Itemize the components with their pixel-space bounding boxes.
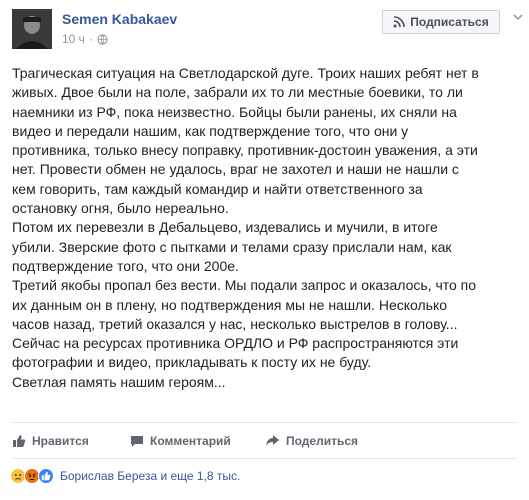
comment-icon	[131, 436, 143, 447]
post-text-line: живых. Двое были на поле, забрали их то …	[12, 84, 463, 101]
globe-icon	[97, 33, 108, 45]
thumbs-up-icon	[13, 435, 26, 447]
angry-face-icon	[28, 473, 36, 480]
post-text-line: видео и передали нашим, как подтверждени…	[12, 122, 409, 139]
chevron-down-icon	[513, 14, 523, 21]
author-name[interactable]: Semen Kabakaev	[62, 11, 177, 27]
post-text-line: подтверждение того, что они 200е.	[12, 257, 239, 274]
comment-label: Комментарий	[150, 434, 231, 448]
post-text-line: Светлая память нашим героям...	[12, 373, 226, 390]
author-avatar[interactable]	[12, 9, 52, 49]
post-text-line: их данным он в плену, но подтверждения м…	[12, 296, 448, 313]
post-time[interactable]: 10 ч	[62, 32, 85, 46]
post-text-line: противника, только внесу поправку, проти…	[12, 142, 478, 159]
post-text-line: фотографии и видео, прикладывать к посту…	[12, 354, 372, 371]
post-text-line: кем говорить, там каждый командир и найт…	[12, 180, 423, 197]
reactions-summary: Борислав Береза и еще 1,8 тыс.	[10, 468, 240, 484]
thumbs-up-small-icon	[41, 471, 51, 481]
post-text: Трагическая ситуация на Светлодарской ду…	[12, 64, 522, 392]
post-options-chevron-icon[interactable]	[513, 12, 523, 24]
action-bar: Нравится Комментарий Поделиться	[12, 430, 517, 452]
post-text-line: Третий якобы пропал без вести. Мы подали…	[12, 277, 477, 294]
like-button[interactable]: Нравится	[12, 434, 89, 448]
post-meta: 10 ч ·	[62, 32, 108, 46]
post-text-line: Трагическая ситуация на Светлодарской ду…	[12, 65, 479, 81]
post-text-line: часов назад, третий оказался у нас, неск…	[12, 315, 458, 332]
follow-label: Подписаться	[410, 15, 489, 29]
reactions-summary-text[interactable]: Борислав Береза и еще 1,8 тыс.	[60, 469, 240, 483]
post-text-line: наемники из РФ, пока неизвестно. Бойцы б…	[12, 103, 457, 120]
post-text-line: Потом их перевезли в Дебальцево, издевал…	[12, 219, 438, 236]
like-reaction-icon[interactable]	[38, 468, 54, 484]
post-text-line: убили. Зверские фото с пытками и телами …	[12, 238, 452, 255]
share-label: Поделиться	[286, 434, 359, 448]
comment-button[interactable]: Комментарий	[130, 434, 231, 448]
avatar-photo	[12, 9, 52, 49]
share-button[interactable]: Поделиться	[265, 434, 358, 448]
divider-top	[12, 422, 517, 423]
share-icon	[266, 435, 279, 446]
divider-bottom	[12, 458, 517, 459]
sad-face-icon	[14, 474, 22, 480]
like-label: Нравится	[32, 434, 89, 448]
rss-icon	[393, 16, 406, 28]
follow-button[interactable]: Подписаться	[382, 10, 500, 34]
post-text-line: нет. Провести обмен не удалось, враг не …	[12, 161, 459, 178]
post-text-line: Сейчас на ресурсах противника ОРДЛО и РФ…	[12, 335, 459, 352]
meta-separator: ·	[88, 32, 93, 46]
post-text-line: остановку огня, было нереально.	[12, 200, 229, 217]
